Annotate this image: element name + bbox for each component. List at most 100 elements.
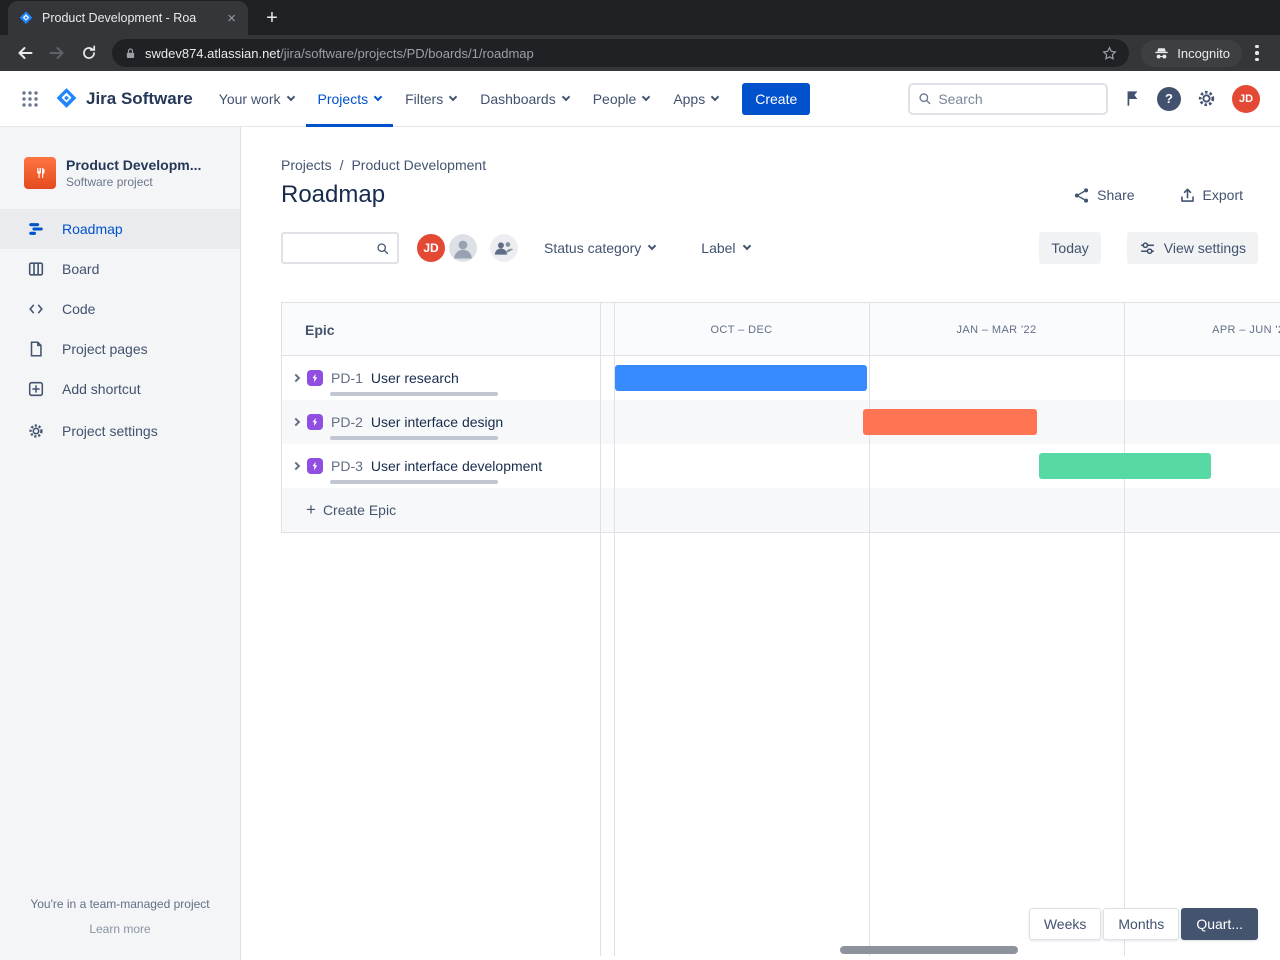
epic-key[interactable]: PD-1 (331, 370, 363, 386)
plus-icon: + (306, 500, 316, 519)
export-icon (1180, 188, 1194, 202)
expand-chevron-icon[interactable] (289, 461, 303, 471)
zoom-control: Weeks Months Quart... (1028, 908, 1258, 940)
search-icon (919, 93, 931, 105)
status-category-filter[interactable]: Status category (544, 240, 657, 256)
settings-gear-icon[interactable] (1196, 88, 1217, 109)
epic-progress-bar (330, 392, 498, 396)
avatar-unassigned[interactable] (447, 232, 479, 264)
epic-key[interactable]: PD-2 (331, 414, 363, 430)
address-bar[interactable]: swdev874.atlassian.net /jira/software/pr… (112, 39, 1130, 67)
assignee-avatars: JD (415, 232, 520, 264)
share-button[interactable]: Share (1073, 187, 1135, 204)
chevron-down-icon (710, 92, 720, 101)
user-avatar[interactable]: JD (1232, 84, 1260, 113)
zoom-months-button[interactable]: Months (1103, 908, 1180, 940)
jira-logo-icon (56, 88, 77, 108)
page-title: Roadmap (281, 181, 386, 208)
epic-key[interactable]: PD-3 (331, 458, 363, 474)
jira-logo[interactable]: Jira Software (54, 86, 193, 111)
forward-button[interactable] (42, 38, 72, 68)
epic-name[interactable]: User research (371, 370, 459, 386)
nav-your-work[interactable]: Your work (207, 71, 306, 127)
zoom-quarters-button[interactable]: Quart... (1181, 908, 1258, 940)
new-tab-button[interactable]: + (258, 4, 286, 32)
today-button[interactable]: Today (1039, 232, 1101, 264)
horizontal-scrollbar[interactable] (840, 946, 1018, 954)
tab-close-icon[interactable]: × (225, 11, 238, 26)
tab-strip: Product Development - Roa × + (0, 0, 1280, 35)
roadmap-search[interactable] (281, 232, 399, 264)
chevron-down-icon (648, 241, 657, 251)
timeline-left-border (614, 302, 615, 956)
url-host: swdev874.atlassian.net (145, 45, 281, 61)
global-search-input[interactable] (938, 90, 1098, 107)
bookmark-star-icon[interactable] (1102, 45, 1117, 61)
app-switcher-icon[interactable] (12, 89, 48, 109)
epic-name[interactable]: User interface design (371, 414, 503, 430)
gantt-bar-pd2[interactable] (863, 409, 1037, 435)
tab-title: Product Development - Roa (42, 11, 197, 25)
roadmap-search-input[interactable] (291, 240, 376, 256)
sidebar-item-board[interactable]: Board (0, 249, 240, 289)
project-header: Product Developm... Software project (0, 157, 240, 209)
share-icon (1075, 187, 1089, 203)
roadmap-icon (26, 220, 46, 238)
reload-button[interactable] (74, 38, 104, 68)
jira-top-nav: Jira Software Your work Projects Filters… (0, 71, 1280, 127)
brand-wordmark: Jira Software (86, 88, 193, 108)
sidebar-item-project-settings[interactable]: Project settings (0, 411, 240, 451)
expand-chevron-icon[interactable] (289, 417, 303, 427)
nav-right-cluster: ? JD (908, 82, 1260, 115)
epic-type-icon (307, 370, 323, 386)
gantt-bar-pd3[interactable] (1039, 453, 1211, 479)
browser-menu-icon[interactable] (1244, 39, 1270, 67)
help-icon[interactable]: ? (1157, 86, 1181, 111)
avatar-jd[interactable]: JD (415, 232, 447, 264)
breadcrumb-current[interactable]: Product Development (351, 157, 486, 173)
epic-row-pd3[interactable]: PD-3 User interface development (281, 444, 1280, 488)
epic-name[interactable]: User interface development (371, 458, 542, 474)
nav-projects[interactable]: Projects (305, 71, 394, 127)
sidebar-item-add-shortcut[interactable]: Add shortcut (0, 369, 240, 409)
code-icon (26, 300, 46, 318)
chevron-down-icon (448, 92, 458, 101)
avatar-group-icon[interactable] (488, 232, 520, 264)
breadcrumb-projects[interactable]: Projects (281, 157, 332, 173)
nav-dashboards[interactable]: Dashboards (468, 71, 581, 127)
create-button[interactable]: Create (742, 82, 811, 115)
breadcrumb-separator: / (339, 157, 344, 173)
search-icon (377, 242, 389, 254)
table-bottom-border (281, 532, 1280, 533)
project-sidebar: Product Developm... Software project Roa… (0, 127, 241, 960)
browser-tab[interactable]: Product Development - Roa × (8, 1, 248, 35)
gantt-bar-pd1[interactable] (615, 365, 867, 391)
sidebar-item-code[interactable]: Code (0, 289, 240, 329)
chevron-down-icon (742, 241, 751, 251)
nav-apps[interactable]: Apps (661, 71, 730, 127)
epic-row-pd1[interactable]: PD-1 User research (281, 356, 1280, 400)
quarter-gridline (1124, 302, 1125, 956)
nav-people[interactable]: People (581, 71, 662, 127)
sidebar-item-roadmap[interactable]: Roadmap (0, 209, 240, 249)
export-button[interactable]: Export (1179, 187, 1243, 204)
global-search[interactable] (908, 82, 1108, 115)
list-chart-divider[interactable] (600, 302, 601, 956)
incognito-label: Incognito (1177, 45, 1230, 61)
project-settings-gear-icon (26, 422, 46, 440)
label-filter[interactable]: Label (701, 240, 751, 256)
quarter-label: JAN – MAR '22 (956, 324, 1037, 336)
chevron-down-icon (373, 92, 383, 101)
sidebar-item-project-pages[interactable]: Project pages (0, 329, 240, 369)
expand-chevron-icon[interactable] (289, 373, 303, 383)
view-settings-button[interactable]: View settings (1126, 232, 1258, 264)
epic-row-pd2[interactable]: PD-2 User interface design (281, 400, 1280, 444)
back-button[interactable] (10, 38, 40, 68)
nav-filters[interactable]: Filters (393, 71, 468, 127)
notifications-icon[interactable] (1123, 89, 1142, 108)
project-type: Software project (66, 175, 153, 189)
zoom-weeks-button[interactable]: Weeks (1028, 908, 1102, 940)
learn-more-link[interactable]: Learn more (0, 922, 240, 936)
create-epic-button[interactable]: + Create Epic (281, 488, 1280, 532)
project-avatar (24, 157, 56, 189)
